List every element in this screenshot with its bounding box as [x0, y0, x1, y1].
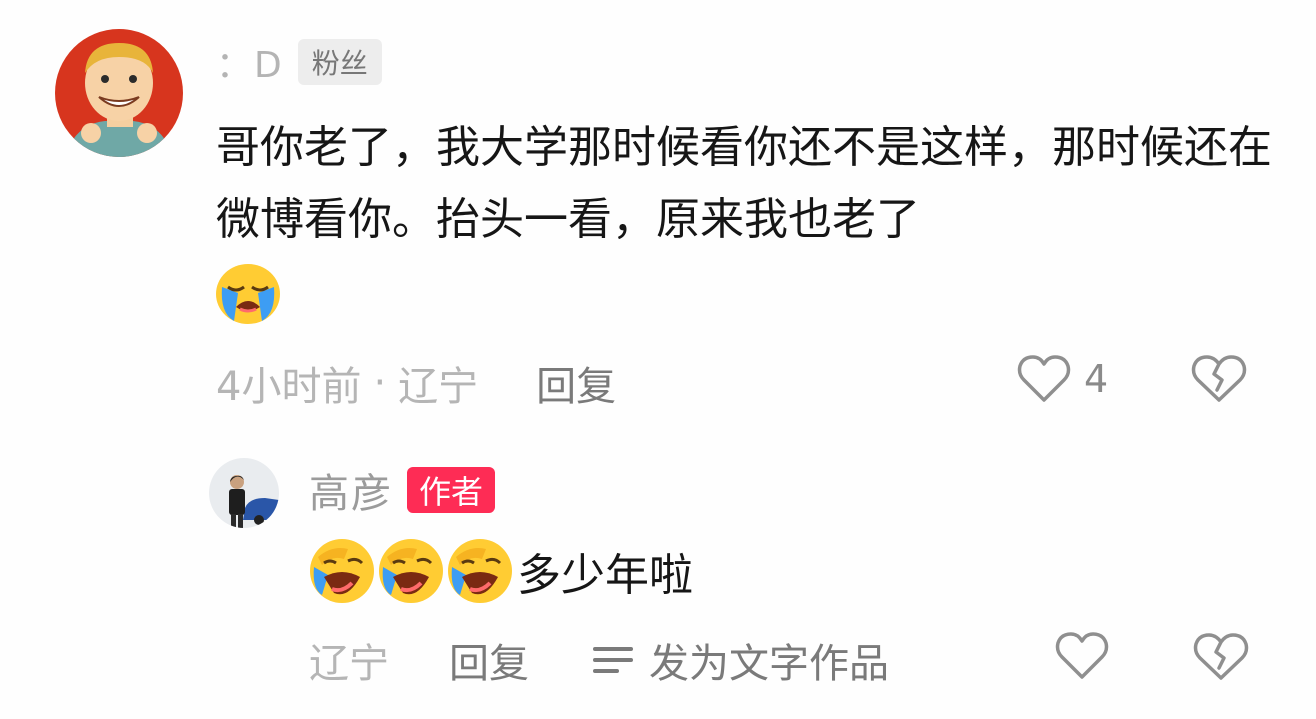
reply-avatar[interactable] — [209, 458, 279, 528]
comment-header: ：D 粉丝 — [216, 38, 382, 86]
reply-button[interactable]: 回复 — [536, 354, 616, 412]
laughing-emoji-icon — [448, 539, 512, 603]
heart-icon — [1017, 355, 1071, 402]
reply-location: 辽宁 — [309, 641, 389, 687]
like-button[interactable]: 4 — [1016, 353, 1108, 405]
reply-dislike-button[interactable] — [1192, 630, 1250, 688]
heart-icon — [1055, 632, 1109, 679]
reply-content: 多少年啦 — [308, 536, 693, 606]
avatar[interactable] — [55, 29, 183, 157]
reply-header: 高彦 作者 — [309, 461, 496, 519]
reply-username[interactable]: 高彦 — [309, 461, 393, 519]
reply-meta: 辽宁 回复 发为文字作品 — [309, 633, 889, 687]
like-count: 4 — [1084, 357, 1109, 401]
publish-as-text-button[interactable]: 发为文字作品 — [591, 631, 889, 689]
comment-meta: 4小时前 · 辽宁 回复 — [216, 356, 616, 410]
comment-time: 4小时前 — [216, 364, 362, 410]
comment-location: 辽宁 — [398, 364, 479, 410]
reply-like-button[interactable] — [1054, 630, 1110, 686]
comment-thread: ：D 粉丝 哥你老了，我大学那时候看你还不是这样，那时候还在微博看你。抬头一看，… — [0, 0, 1316, 719]
fan-badge: 粉丝 — [297, 39, 382, 85]
publish-as-text-label: 发为文字作品 — [649, 641, 889, 687]
username[interactable]: ：D — [216, 36, 284, 88]
laughing-emoji-icon — [310, 539, 374, 603]
comment-text: 哥你老了，我大学那时候看你还不是这样，那时候还在微博看你。抬头一看，原来我也老了 — [216, 122, 1272, 245]
loudly-crying-emoji-icon — [214, 263, 282, 325]
reply-reply-button[interactable]: 回复 — [449, 631, 529, 689]
author-badge: 作者 — [407, 467, 496, 513]
list-icon — [593, 647, 633, 673]
reply-text: 多少年啦 — [517, 550, 693, 601]
broken-heart-icon — [1191, 355, 1247, 402]
meta-separator: · — [373, 360, 387, 406]
broken-heart-icon — [1193, 633, 1249, 680]
dislike-button[interactable] — [1190, 352, 1248, 410]
laughing-emoji-icon — [379, 539, 443, 603]
